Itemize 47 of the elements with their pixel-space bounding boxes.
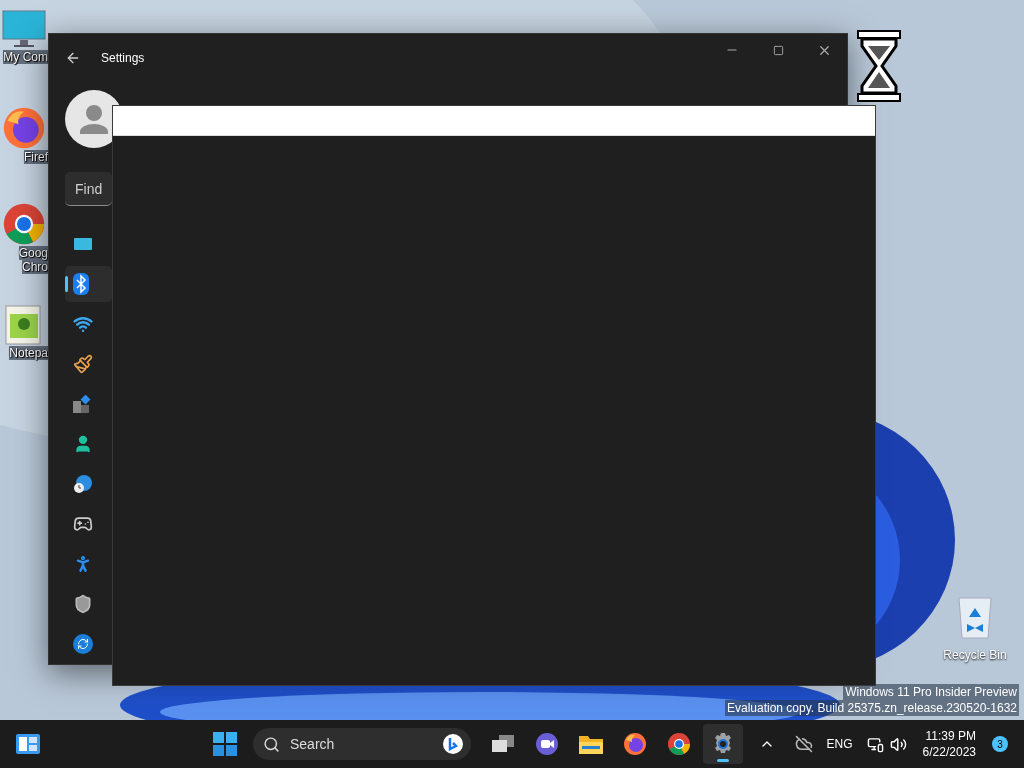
maximize-icon <box>772 44 784 56</box>
shield-icon <box>73 594 93 614</box>
search-icon <box>263 735 280 753</box>
clock[interactable]: 11:39 PM 6/22/2023 <box>922 728 976 760</box>
icon-label: Chro <box>22 260 48 274</box>
back-icon[interactable] <box>65 50 81 66</box>
video-chat-icon <box>535 732 559 756</box>
icon-label: Goog <box>18 246 48 260</box>
find-setting-field[interactable]: Find <box>65 172 112 206</box>
icon-label: Notepa <box>9 346 48 360</box>
cloud-off-icon[interactable] <box>794 735 813 753</box>
language-indicator[interactable]: ENG <box>826 737 853 751</box>
recycle-bin-icon[interactable] <box>956 596 994 640</box>
watermark-text: Evaluation copy. Build 25375.zn_release.230520-1632 <box>725 700 1019 716</box>
bluetooth-icon <box>73 273 89 295</box>
window-title: Settings <box>101 51 145 65</box>
network-icon[interactable] <box>866 735 884 753</box>
search-box[interactable]: Search <box>253 728 471 760</box>
refresh-icon <box>73 634 93 654</box>
firefox-icon <box>623 732 647 756</box>
volume-icon[interactable] <box>889 735 907 753</box>
notepad-icon[interactable] <box>4 302 44 346</box>
globe-clock-icon <box>73 474 93 494</box>
notification-badge[interactable]: 3 <box>992 736 1008 752</box>
nav-item[interactable] <box>65 266 112 302</box>
apps-icon <box>73 395 91 413</box>
monitor-icon <box>2 10 46 50</box>
windows-logo-icon <box>213 732 237 756</box>
task-view-icon <box>491 734 515 754</box>
icon-label: Recycle Bin <box>943 648 1007 662</box>
firefox-icon[interactable] <box>2 106 46 150</box>
gamepad-icon <box>73 514 93 534</box>
icon-label: My Com <box>3 50 48 64</box>
watermark-text: Windows 11 Pro Insider Preview <box>843 684 1019 700</box>
widgets-icon <box>15 733 41 755</box>
search-input[interactable]: Search <box>288 735 435 753</box>
folder-icon <box>578 733 604 755</box>
wifi-icon <box>73 314 93 334</box>
chrome-icon[interactable] <box>2 202 46 246</box>
paintbrush-icon <box>73 354 93 374</box>
icon-label: Firef <box>24 150 48 164</box>
bing-icon[interactable] <box>443 734 463 754</box>
chrome-icon <box>667 732 691 756</box>
person-icon <box>73 434 93 454</box>
taskbar-app-button[interactable] <box>703 724 743 764</box>
hourglass-cursor-icon <box>856 30 902 102</box>
display-icon <box>73 236 93 252</box>
